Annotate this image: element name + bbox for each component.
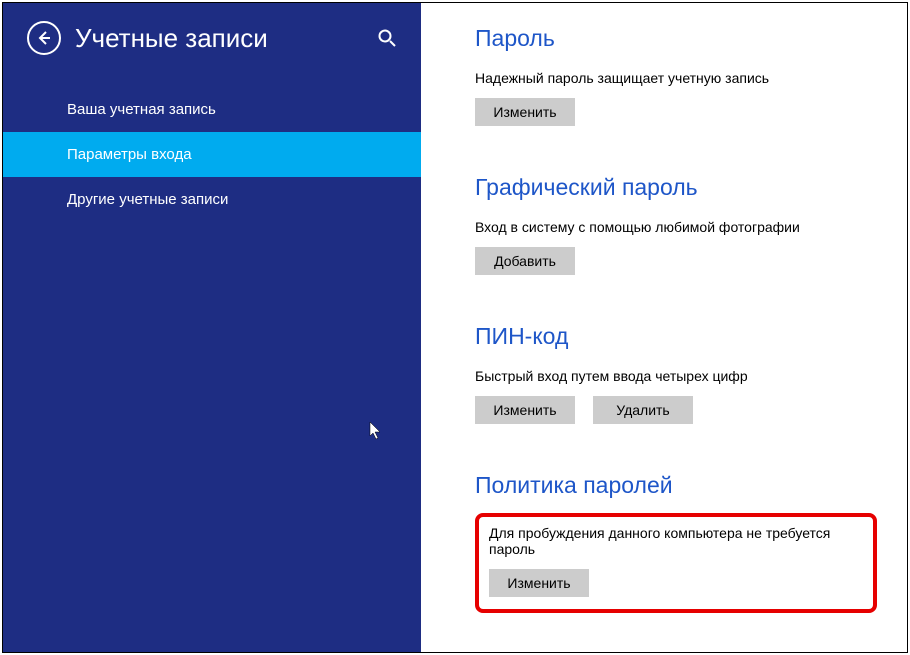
section-title: Графический пароль <box>475 174 877 201</box>
sidebar: Учетные записи Ваша учетная запись Парам… <box>3 3 421 652</box>
settings-window: Учетные записи Ваша учетная запись Парам… <box>2 2 908 653</box>
section-desc: Для пробуждения данного компьютера не тр… <box>489 525 863 557</box>
section-password-policy: Политика паролей Для пробуждения данного… <box>475 472 877 613</box>
nav-item-other-accounts[interactable]: Другие учетные записи <box>3 177 421 222</box>
mouse-cursor-icon <box>369 421 383 441</box>
pin-change-button[interactable]: Изменить <box>475 396 575 424</box>
arrow-left-icon <box>36 30 52 46</box>
nav-item-your-account[interactable]: Ваша учетная запись <box>3 87 421 132</box>
content: Пароль Надежный пароль защищает учетную … <box>421 3 907 652</box>
nav: Ваша учетная запись Параметры входа Друг… <box>3 87 421 222</box>
sidebar-header: Учетные записи <box>3 21 421 87</box>
nav-item-label: Другие учетные записи <box>67 191 228 208</box>
nav-item-label: Ваша учетная запись <box>67 101 216 118</box>
highlight-box: Для пробуждения данного компьютера не тр… <box>475 513 877 613</box>
section-desc: Надежный пароль защищает учетную запись <box>475 70 877 86</box>
picture-add-button[interactable]: Добавить <box>475 247 575 275</box>
section-desc: Быстрый вход путем ввода четырех цифр <box>475 368 877 384</box>
search-icon[interactable] <box>377 28 397 48</box>
page-title: Учетные записи <box>75 23 377 54</box>
section-title: Политика паролей <box>475 472 877 499</box>
pin-delete-button[interactable]: Удалить <box>593 396 693 424</box>
policy-change-button[interactable]: Изменить <box>489 569 589 597</box>
section-pin: ПИН-код Быстрый вход путем ввода четырех… <box>475 323 877 424</box>
section-password: Пароль Надежный пароль защищает учетную … <box>475 25 877 126</box>
nav-item-signin-options[interactable]: Параметры входа <box>3 132 421 177</box>
password-change-button[interactable]: Изменить <box>475 98 575 126</box>
section-desc: Вход в систему с помощью любимой фотогра… <box>475 219 877 235</box>
section-title: Пароль <box>475 25 877 52</box>
nav-item-label: Параметры входа <box>67 146 192 163</box>
section-title: ПИН-код <box>475 323 877 350</box>
section-picture-password: Графический пароль Вход в систему с помо… <box>475 174 877 275</box>
back-button[interactable] <box>27 21 61 55</box>
